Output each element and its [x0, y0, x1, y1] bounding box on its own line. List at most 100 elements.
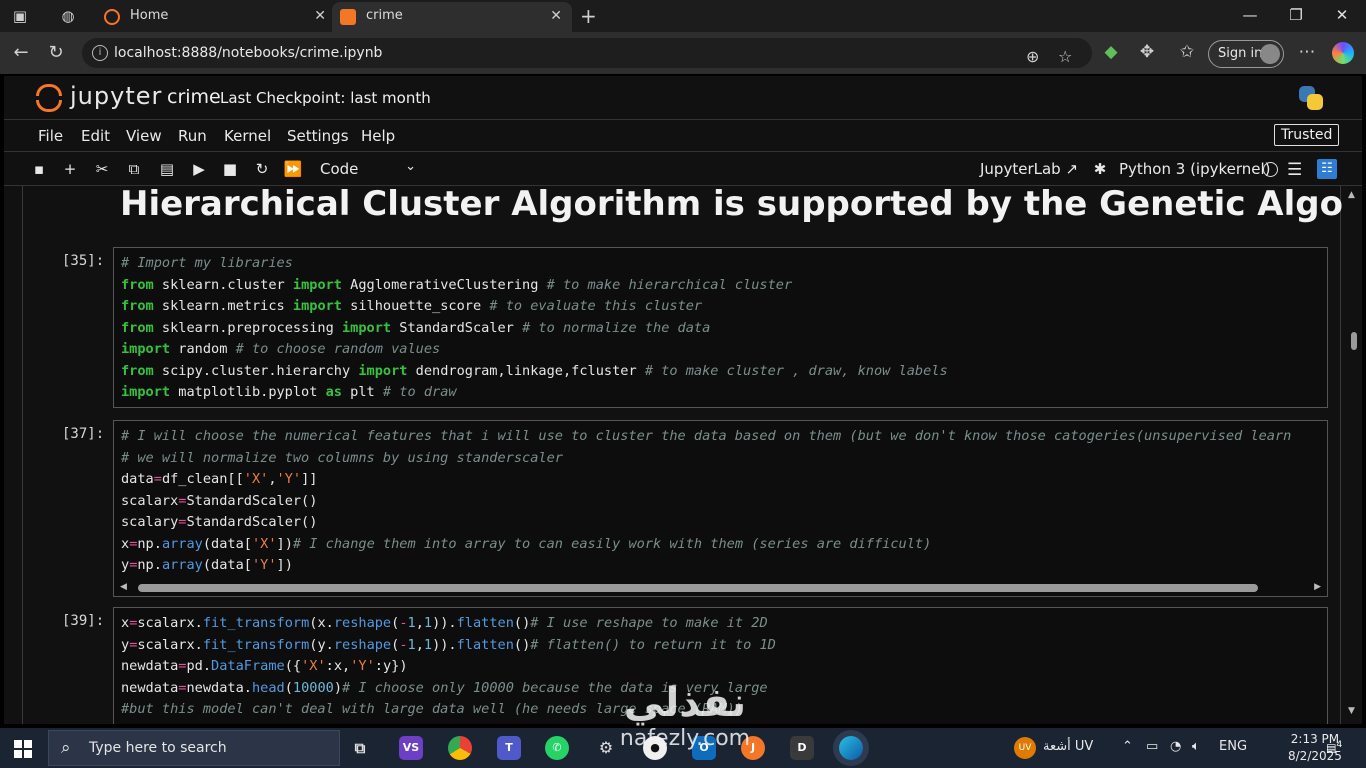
visual-studio-icon[interactable]: VS [399, 736, 423, 760]
address-bar[interactable]: i localhost:8888/notebooks/crime.ipynb ⊕… [82, 38, 1092, 68]
notification-count: 4 [1336, 739, 1343, 750]
task-view-icon[interactable]: ⧉ [348, 736, 372, 760]
menu-edit[interactable]: Edit [81, 127, 110, 145]
notifications-icon[interactable]: ▤4 [1326, 739, 1346, 757]
code-line: from scipy.cluster.hierarchy import dend… [121, 362, 948, 379]
property-inspector-icon[interactable]: ☷ [1317, 159, 1337, 179]
zoom-icon[interactable]: ⊕ [1026, 42, 1039, 72]
workspaces-globe-icon[interactable]: ◍ [58, 6, 78, 26]
restart-run-all-icon[interactable]: ⏩ [283, 159, 303, 179]
horizontal-scrollbar[interactable]: ◀ ▶ [114, 580, 1327, 596]
cut-icon[interactable]: ✂ [92, 159, 112, 179]
taskbar-search[interactable]: ⌕ Type here to search [48, 730, 340, 766]
windows-start-icon[interactable] [14, 740, 32, 758]
code-cell[interactable]: [35]: # Import my libraries from sklearn… [4, 247, 1344, 409]
jupyter-favicon-icon [104, 9, 120, 25]
wifi-icon[interactable]: ◔ [1170, 739, 1181, 754]
code-line: y=scalarx.fit_transform(y.reshape(-1,1))… [121, 636, 776, 653]
stop-icon[interactable]: ■ [220, 159, 240, 179]
paste-icon[interactable]: ▤ [157, 159, 177, 179]
restart-icon[interactable]: ↻ [252, 159, 272, 179]
insert-cell-icon[interactable]: + [60, 159, 80, 179]
edge-icon[interactable] [839, 736, 863, 760]
scrollbar-thumb[interactable] [1351, 332, 1357, 350]
scroll-right-icon[interactable]: ▶ [1314, 582, 1321, 592]
more-menu-icon[interactable]: ⋯ [1296, 42, 1318, 62]
scrollbar-thumb[interactable] [138, 584, 1258, 592]
tab-title: Home [130, 8, 169, 23]
menu-run[interactable]: Run [178, 127, 207, 145]
kernel-name[interactable]: Python 3 (ipykernel) [1119, 160, 1271, 178]
menu-file[interactable]: File [38, 127, 63, 145]
python-logo-icon [1297, 84, 1325, 112]
language-indicator[interactable]: ENG [1219, 739, 1247, 754]
execution-count: [37]: [62, 426, 105, 442]
sign-in-button[interactable]: Sign in [1208, 40, 1284, 68]
code-line: # Import my libraries [121, 255, 293, 271]
whatsapp-icon[interactable]: ✆ [545, 736, 569, 760]
jupyterlab-link[interactable]: JupyterLab ↗ [980, 160, 1078, 178]
scroll-up-icon[interactable]: ▲ [1348, 190, 1355, 200]
vertical-scrollbar[interactable]: ▲ ▼ [1344, 186, 1362, 724]
copilot-icon[interactable] [1332, 42, 1354, 64]
scroll-left-icon[interactable]: ◀ [120, 582, 127, 592]
favorite-star-icon[interactable]: ☆ [1058, 42, 1072, 72]
close-tab-icon[interactable]: ✕ [314, 2, 326, 30]
battery-icon[interactable]: ▭ [1146, 739, 1158, 754]
show-hidden-icons-icon[interactable]: ⌃ [1122, 739, 1133, 754]
chrome-icon[interactable] [448, 736, 472, 760]
extension-icon[interactable]: ◆ [1100, 42, 1122, 62]
reload-icon[interactable]: ↻ [45, 42, 67, 63]
restore-icon[interactable]: ❐ [1286, 6, 1306, 24]
trusted-badge[interactable]: Trusted [1274, 124, 1340, 146]
close-window-icon[interactable]: ✕ [1332, 6, 1352, 24]
notebook-name[interactable]: crime [167, 86, 221, 108]
code-line: # I will choose the numerical features t… [121, 428, 1292, 444]
minimize-icon[interactable]: — [1240, 6, 1260, 24]
code-line: x=scalarx.fit_transform(x.reshape(-1,1))… [121, 615, 768, 631]
menu-view[interactable]: View [126, 127, 162, 145]
code-editor[interactable]: # Import my libraries from sklearn.clust… [113, 247, 1328, 408]
code-cell[interactable]: [37]: # I will choose the numerical feat… [4, 420, 1344, 598]
jupyter-wordmark[interactable]: jupyter [70, 82, 162, 110]
tab-home[interactable]: Home ✕ [96, 2, 336, 32]
save-icon[interactable]: ▪ [29, 159, 49, 179]
run-icon[interactable]: ▶ [189, 159, 209, 179]
cell-type-select[interactable]: Code ⌄ [320, 159, 416, 178]
code-line: from sklearn.cluster import Agglomerativ… [121, 276, 793, 293]
code-line: from sklearn.preprocessing import Standa… [121, 319, 711, 336]
extensions-puzzle-icon[interactable]: ✥ [1136, 42, 1158, 62]
code-line: from sklearn.metrics import silhouette_s… [121, 298, 703, 314]
browser-toolbar: ← ↻ i localhost:8888/notebooks/crime.ipy… [0, 32, 1366, 74]
menu-settings[interactable]: Settings [287, 127, 349, 145]
weather-label[interactable]: أشعة UV [1043, 739, 1093, 754]
code-editor[interactable]: # I will choose the numerical features t… [113, 420, 1328, 597]
close-tab-icon[interactable]: ✕ [550, 2, 562, 30]
teams-icon[interactable]: T [497, 736, 521, 760]
menu-kernel[interactable]: Kernel [224, 127, 271, 145]
jupyter-logo-icon[interactable] [34, 82, 64, 112]
search-icon: ⌕ [61, 738, 71, 758]
chevron-down-icon: ⌄ [405, 159, 416, 174]
back-arrow-icon[interactable]: ← [10, 42, 32, 63]
tab-crime[interactable]: crime ✕ [332, 2, 572, 32]
debugger-bug-icon[interactable]: ✱ [1090, 159, 1110, 179]
new-tab-icon[interactable]: + [580, 4, 597, 28]
scroll-down-icon[interactable]: ▼ [1348, 706, 1355, 716]
favorites-icon[interactable]: ✩ [1176, 42, 1198, 62]
avatar [1260, 44, 1280, 64]
copy-icon[interactable]: ⧉ [124, 159, 144, 179]
volume-icon[interactable]: 🔈︎ [1192, 739, 1200, 754]
browser-tab-strip: ▣ ◍ Home ✕ crime ✕ + — ❐ ✕ [0, 0, 1366, 32]
code-line: data=df_clean[['X','Y']] [121, 471, 318, 487]
sign-in-label: Sign in [1218, 46, 1263, 61]
tab-actions-icon[interactable]: ▣ [10, 6, 30, 26]
uv-weather-icon[interactable]: UV [1014, 737, 1036, 759]
code-line: import random # to choose random values [121, 341, 441, 357]
toc-menu-icon[interactable]: ☰ [1287, 160, 1302, 180]
app-d-icon[interactable]: D [790, 736, 814, 760]
watermark: نفذلي nafezly.com [600, 680, 770, 764]
menu-help[interactable]: Help [361, 127, 395, 145]
site-info-icon[interactable]: i [92, 45, 108, 61]
code-line: x=np.array(data['X'])# I change them int… [121, 535, 932, 552]
